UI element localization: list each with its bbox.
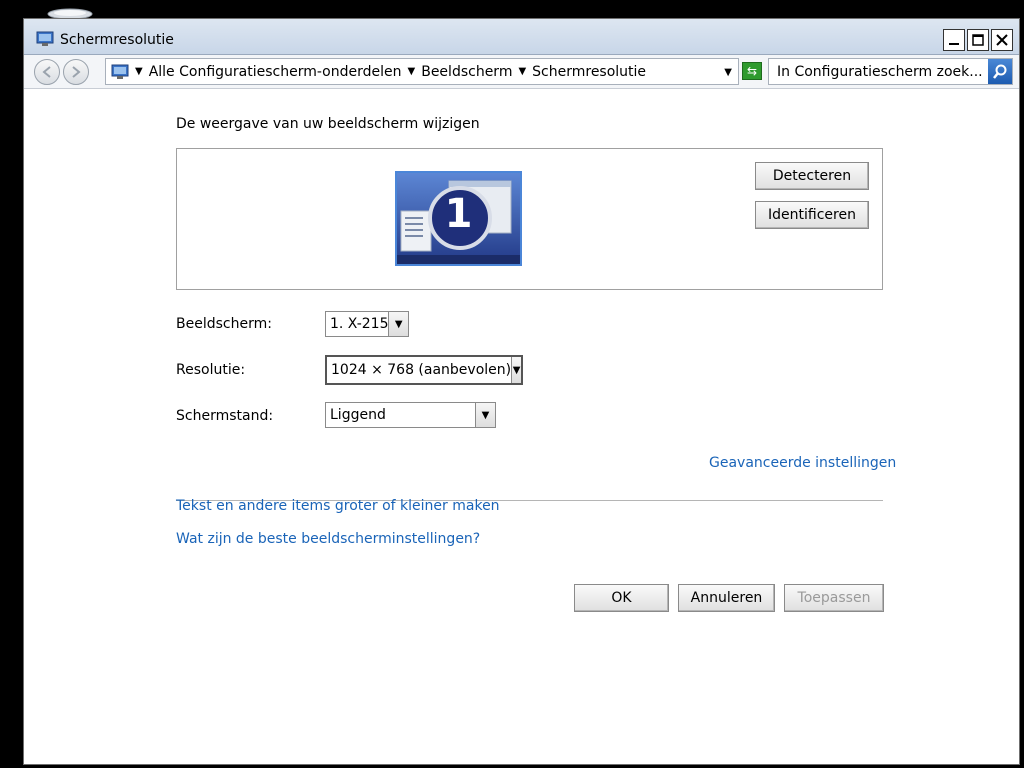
orientation-select-value: Liggend bbox=[330, 407, 386, 423]
maximize-button[interactable] bbox=[967, 29, 989, 51]
back-button[interactable] bbox=[34, 59, 60, 85]
monitor-1-thumbnail[interactable]: 1 bbox=[395, 171, 522, 266]
title-bar[interactable]: Schermresolutie bbox=[24, 19, 1019, 55]
display-select[interactable]: 1. X-215 ▼ bbox=[325, 311, 409, 337]
orientation-select[interactable]: Liggend ▼ bbox=[325, 402, 496, 428]
close-button[interactable] bbox=[991, 29, 1013, 51]
page-heading: De weergave van uw beeldscherm wijzigen bbox=[176, 116, 480, 132]
identify-button[interactable]: Identificeren bbox=[755, 201, 869, 229]
search-button[interactable] bbox=[988, 59, 1012, 84]
control-panel-icon bbox=[111, 64, 129, 79]
text-size-link[interactable]: Tekst en andere items groter of kleiner … bbox=[176, 498, 500, 514]
refresh-button[interactable]: ⇆ bbox=[742, 62, 762, 80]
navigation-bar: ▼ Alle Configuratiescherm-onderdelen ▼ B… bbox=[24, 55, 1019, 89]
detect-button[interactable]: Detecteren bbox=[755, 162, 869, 190]
orientation-label: Schermstand: bbox=[176, 408, 274, 424]
maximize-icon bbox=[972, 34, 984, 46]
cancel-button[interactable]: Annuleren bbox=[678, 584, 775, 612]
apply-button[interactable]: Toepassen bbox=[784, 584, 884, 612]
breadcrumb-label: Alle Configuratiescherm-onderdelen bbox=[148, 63, 402, 80]
monitor-number: 1 bbox=[444, 191, 473, 237]
refresh-icon: ⇆ bbox=[746, 64, 758, 78]
resolution-select-value: 1024 × 768 (aanbevolen) bbox=[331, 362, 512, 378]
chevron-down-icon[interactable]: ▼ bbox=[135, 66, 143, 77]
window-controls bbox=[943, 29, 1013, 51]
window-title: Schermresolutie bbox=[60, 32, 174, 48]
back-arrow-icon bbox=[42, 66, 51, 78]
display-settings-icon bbox=[36, 31, 54, 46]
advanced-settings-link[interactable]: Geavanceerde instellingen bbox=[709, 455, 896, 471]
close-icon bbox=[996, 34, 1008, 46]
minimize-button[interactable] bbox=[943, 29, 965, 51]
display-label: Beeldscherm: bbox=[176, 316, 272, 332]
search-input[interactable]: In Configuratiescherm zoek... bbox=[768, 58, 1013, 85]
ok-button[interactable]: OK bbox=[574, 584, 669, 612]
chevron-down-icon[interactable]: ▼ bbox=[518, 66, 526, 77]
breadcrumb-label: Beeldscherm bbox=[421, 63, 513, 80]
forward-arrow-icon bbox=[72, 66, 81, 78]
chevron-down-icon[interactable]: ▼ bbox=[388, 312, 408, 336]
minimize-icon bbox=[949, 43, 959, 45]
best-settings-link[interactable]: Wat zijn de beste beeldscherminstellinge… bbox=[176, 531, 480, 547]
chevron-down-icon[interactable]: ▼ bbox=[475, 403, 495, 427]
resolution-label: Resolutie: bbox=[176, 362, 246, 378]
address-dropdown-icon[interactable]: ▼ bbox=[724, 67, 732, 78]
chevron-down-icon[interactable]: ▼ bbox=[408, 66, 416, 77]
search-icon bbox=[993, 64, 1007, 79]
chevron-down-icon[interactable]: ▼ bbox=[511, 357, 521, 383]
address-bar[interactable]: ▼ Alle Configuratiescherm-onderdelen ▼ B… bbox=[105, 58, 739, 85]
screen-resolution-window: Schermresolutie ▼ Alle Configuratiescher… bbox=[23, 18, 1020, 765]
breadcrumb-item-all[interactable]: ▼ Alle Configuratiescherm-onderdelen bbox=[135, 64, 402, 80]
main-content: De weergave van uw beeldscherm wijzigen bbox=[24, 89, 1019, 764]
breadcrumb-item-display[interactable]: ▼ Beeldscherm bbox=[408, 64, 513, 80]
forward-button[interactable] bbox=[63, 59, 89, 85]
breadcrumb-label: Schermresolutie bbox=[532, 63, 647, 80]
resolution-select[interactable]: 1024 × 768 (aanbevolen) ▼ bbox=[325, 355, 523, 385]
search-placeholder: In Configuratiescherm zoek... bbox=[777, 64, 983, 80]
display-select-value: 1. X-215 bbox=[330, 316, 389, 332]
breadcrumb-item-resolution[interactable]: ▼ Schermresolutie bbox=[518, 64, 646, 80]
monitor-preview-area: 1 Detecteren Identificeren bbox=[176, 148, 883, 290]
